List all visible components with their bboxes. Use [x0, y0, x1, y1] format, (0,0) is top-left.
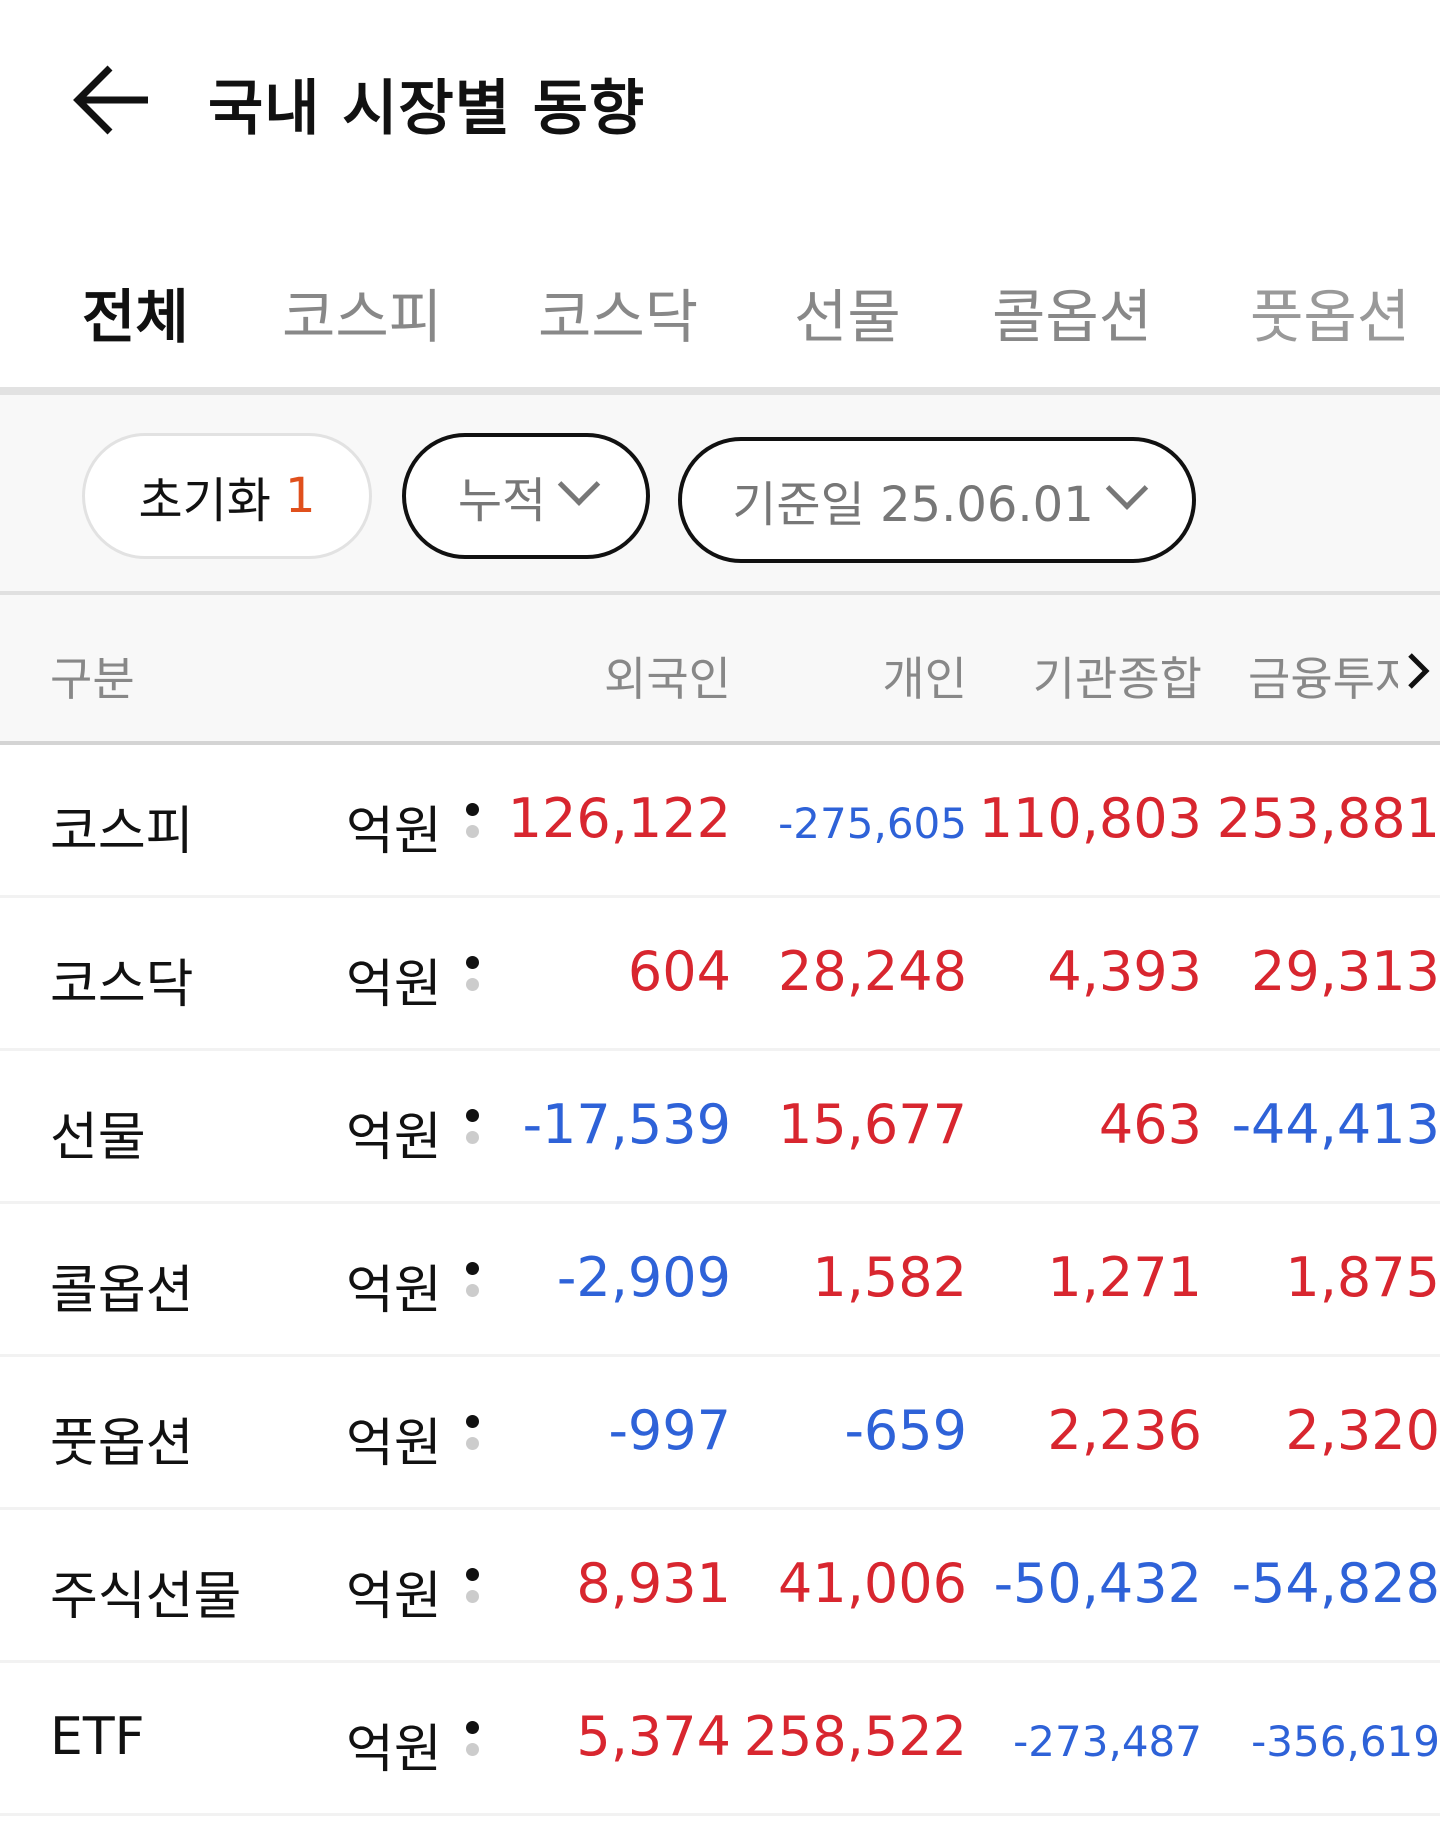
- table-header: 구분 외국인 개인 기관종합 금융투자: [0, 595, 1440, 745]
- row-label: ETF: [50, 1707, 145, 1767]
- table-row[interactable]: 코스닥 억원 604 28,248 4,393 29,313: [0, 898, 1440, 1051]
- value-cell: -275,605: [778, 799, 967, 848]
- table-row[interactable]: 코스피 억원 126,122 -275,605 110,803 253,881: [0, 745, 1440, 898]
- tab-futures[interactable]: 선물: [794, 270, 901, 354]
- back-arrow-icon[interactable]: [72, 62, 152, 138]
- value-cell: -54,828: [1231, 1552, 1440, 1615]
- date-label: 기준일 25.06.01: [732, 477, 1094, 533]
- table-row[interactable]: 선물 억원 -17,539 15,677 463 -44,413: [0, 1051, 1440, 1204]
- value-cell: -659: [844, 1399, 967, 1462]
- unit-toggle-icon[interactable]: [466, 1415, 480, 1459]
- app-header: 국내 시장별 동향: [0, 0, 1440, 200]
- value-cell: 1,875: [1285, 1246, 1440, 1309]
- unit-toggle-icon[interactable]: [466, 1721, 480, 1765]
- date-dropdown[interactable]: 기준일 25.06.01: [678, 437, 1196, 563]
- col-category: 구분: [50, 652, 135, 706]
- unit-label: 억원: [346, 1720, 442, 1780]
- mode-label: 누적: [457, 473, 547, 529]
- row-label: 주식선물: [50, 1567, 242, 1627]
- row-label: 코스피: [50, 802, 194, 862]
- page-title: 국내 시장별 동향: [208, 74, 646, 144]
- unit-toggle-icon[interactable]: [466, 1109, 480, 1153]
- table-body: 코스피 억원 126,122 -275,605 110,803 253,881 코스닥 …: [0, 745, 1440, 1816]
- unit-toggle-icon[interactable]: [466, 803, 480, 847]
- col-individual: 개인: [882, 652, 967, 706]
- reset-count: 1: [284, 468, 316, 524]
- value-cell: -50,432: [993, 1552, 1202, 1615]
- unit-label: 억원: [346, 1108, 442, 1168]
- chevron-down-icon: [1105, 467, 1148, 510]
- value-cell: -17,539: [522, 1093, 731, 1156]
- value-cell: 110,803: [978, 787, 1202, 850]
- table-row[interactable]: 콜옵션 억원 -2,909 1,582 1,271 1,875: [0, 1204, 1440, 1357]
- tab-kosdaq[interactable]: 코스닥: [538, 270, 698, 354]
- value-cell: 1,582: [812, 1246, 967, 1309]
- value-cell: 5,374: [576, 1705, 731, 1768]
- table-row[interactable]: ETF 억원 5,374 258,522 -273,487 -356,619: [0, 1663, 1440, 1816]
- unit-label: 억원: [346, 1261, 442, 1321]
- value-cell: 2,236: [1047, 1399, 1202, 1462]
- value-cell: 28,248: [778, 940, 967, 1003]
- value-cell: 41,006: [778, 1552, 967, 1615]
- chevron-down-icon: [557, 463, 601, 506]
- value-cell: 4,393: [1047, 940, 1202, 1003]
- filter-bar: 초기화 1 누적 기준일 25.06.01: [0, 395, 1440, 595]
- value-cell: 15,677: [778, 1093, 967, 1156]
- reset-label: 초기화: [138, 473, 271, 529]
- unit-label: 억원: [346, 1567, 442, 1627]
- unit-toggle-icon[interactable]: [466, 956, 480, 1000]
- row-label: 코스닥: [50, 955, 194, 1015]
- unit-toggle-icon[interactable]: [466, 1262, 480, 1306]
- unit-label: 억원: [346, 1414, 442, 1474]
- value-cell: 8,931: [576, 1552, 731, 1615]
- value-cell: 253,881: [1216, 787, 1440, 850]
- value-cell: -2,909: [556, 1246, 731, 1309]
- unit-toggle-icon[interactable]: [466, 1568, 480, 1612]
- value-cell: 258,522: [743, 1705, 967, 1768]
- tab-call-option[interactable]: 콜옵션: [992, 270, 1152, 354]
- value-cell: 2,320: [1285, 1399, 1440, 1462]
- tab-kospi[interactable]: 코스피: [282, 270, 442, 354]
- mode-dropdown[interactable]: 누적: [402, 433, 650, 559]
- row-label: 풋옵션: [50, 1414, 194, 1474]
- col-foreign: 외국인: [604, 652, 731, 706]
- value-cell: 126,122: [507, 787, 731, 850]
- col-financial-investment: 금융투자: [1248, 652, 1398, 706]
- table-row[interactable]: 풋옵션 억원 -997 -659 2,236 2,320: [0, 1357, 1440, 1510]
- table-row[interactable]: 주식선물 억원 8,931 41,006 -50,432 -54,828: [0, 1510, 1440, 1663]
- chevron-right-icon[interactable]: [1406, 651, 1430, 691]
- market-tabs: 전체 코스피 코스닥 선물 콜옵션 풋옵션: [0, 200, 1440, 395]
- value-cell: -356,619: [1251, 1717, 1440, 1766]
- col-institution: 기관종합: [1032, 652, 1202, 706]
- value-cell: 463: [1098, 1093, 1202, 1156]
- value-cell: 1,271: [1047, 1246, 1202, 1309]
- row-label: 콜옵션: [50, 1261, 194, 1321]
- value-cell: -273,487: [1013, 1717, 1202, 1766]
- value-cell: 29,313: [1251, 940, 1440, 1003]
- row-label: 선물: [50, 1108, 146, 1168]
- unit-label: 억원: [346, 802, 442, 862]
- value-cell: 604: [627, 940, 731, 1003]
- unit-label: 억원: [346, 955, 442, 1015]
- reset-button[interactable]: 초기화 1: [82, 433, 372, 559]
- tab-put-option[interactable]: 풋옵션: [1250, 270, 1410, 354]
- value-cell: -44,413: [1231, 1093, 1440, 1156]
- value-cell: -997: [608, 1399, 731, 1462]
- tab-all[interactable]: 전체: [82, 270, 189, 354]
